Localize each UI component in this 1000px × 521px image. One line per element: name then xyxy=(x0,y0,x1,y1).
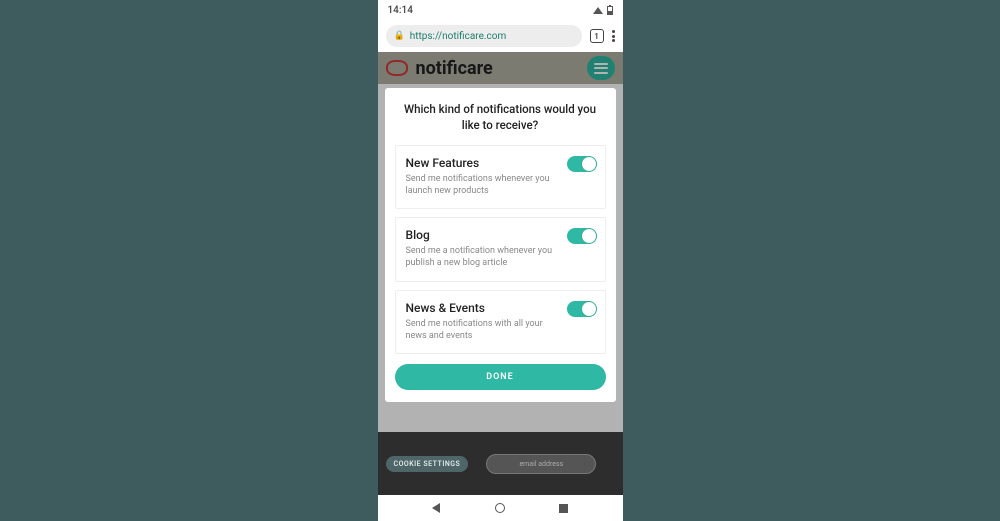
email-input[interactable]: email address xyxy=(486,454,596,474)
pref-desc: Send me notifications with all your news… xyxy=(406,318,595,342)
cookie-settings-button[interactable]: COOKIE SETTINGS xyxy=(386,456,469,472)
nav-recent-icon[interactable] xyxy=(559,504,568,513)
browser-url-bar: 🔒 https://notificare.com 1 xyxy=(378,20,623,52)
battery-icon xyxy=(607,6,613,15)
wifi-icon xyxy=(593,7,603,14)
page-footer: COOKIE SETTINGS email address xyxy=(378,432,623,495)
url-field[interactable]: 🔒 https://notificare.com xyxy=(386,25,582,47)
hamburger-menu-button[interactable] xyxy=(587,56,615,80)
pref-news-events: News & Events Send me notifications with… xyxy=(395,290,606,354)
toggle-new-features[interactable] xyxy=(567,156,597,172)
pref-desc: Send me notifications whenever you launc… xyxy=(406,173,595,197)
done-button[interactable]: DONE xyxy=(395,364,606,390)
page-header: notificare xyxy=(378,52,623,84)
nav-home-icon[interactable] xyxy=(495,503,505,513)
android-nav-bar xyxy=(378,495,623,521)
pref-new-features: New Features Send me notifications whene… xyxy=(395,145,606,209)
pref-desc: Send me a notification whenever you publ… xyxy=(406,245,595,269)
pref-blog: Blog Send me a notification whenever you… xyxy=(395,217,606,281)
status-bar: 14:14 xyxy=(378,0,623,20)
toggle-blog[interactable] xyxy=(567,228,597,244)
brand-logo-icon xyxy=(386,60,408,76)
tab-count-button[interactable]: 1 xyxy=(590,29,604,43)
nav-back-icon[interactable] xyxy=(432,503,440,513)
brand-name: notificare xyxy=(416,58,493,79)
phone-frame: 14:14 🔒 https://notificare.com 1 notific… xyxy=(378,0,623,521)
notification-preferences-modal: Which kind of notifications would you li… xyxy=(385,88,616,402)
modal-title: Which kind of notifications would you li… xyxy=(395,102,606,145)
more-icon[interactable] xyxy=(612,30,615,42)
toggle-news-events[interactable] xyxy=(567,301,597,317)
status-time: 14:14 xyxy=(388,5,413,16)
lock-icon: 🔒 xyxy=(394,31,405,41)
url-text: https://notificare.com xyxy=(410,31,507,42)
